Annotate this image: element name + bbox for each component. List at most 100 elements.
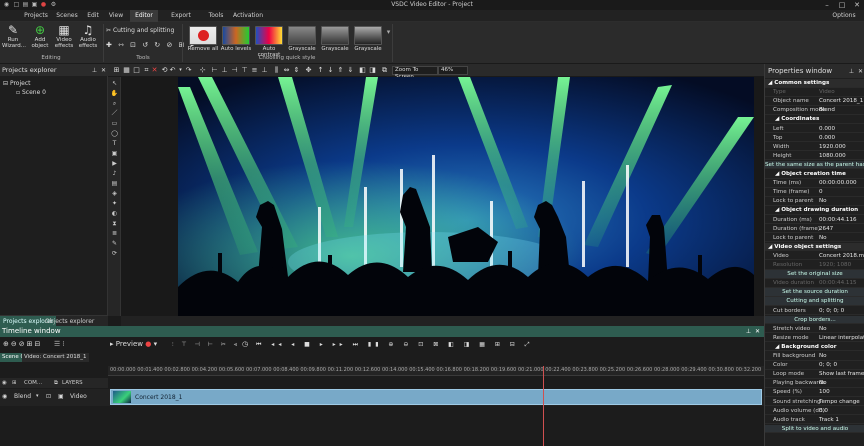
subtitle-icon[interactable]: ≣: [110, 229, 119, 238]
transition-icon[interactable]: ⧗: [110, 219, 119, 228]
blend-dropdown-icon[interactable]: ▾: [36, 393, 39, 399]
property-row[interactable]: Duration (ms) 00:00:44.116: [765, 216, 864, 225]
maximize-button[interactable]: □: [835, 0, 849, 10]
property-row[interactable]: Object name Concert 2018_1: [765, 97, 864, 106]
pin-icon[interactable]: ⊥: [90, 66, 99, 75]
distribute-icon[interactable]: ⫼: [272, 66, 281, 75]
preview-horizontal-scrollbar[interactable]: [121, 316, 764, 326]
video-icon[interactable]: ▶: [110, 159, 119, 168]
hand-icon[interactable]: ✋: [110, 89, 119, 98]
menu-activation[interactable]: Activation: [231, 10, 265, 22]
quickstyle-auto-levels[interactable]: [222, 26, 250, 45]
group-icon[interactable]: ⧉: [380, 66, 389, 75]
property-row[interactable]: Time (ms) 00:00:00.000: [765, 179, 864, 188]
menu-editor[interactable]: Editor: [130, 10, 158, 22]
layers-expand-icon[interactable]: ⊞: [12, 378, 17, 388]
size-icon[interactable]: ⇔: [282, 66, 291, 75]
eye-icon[interactable]: ◉: [2, 378, 7, 388]
ellipse-icon[interactable]: ◯: [110, 129, 119, 138]
property-button[interactable]: Set the source duration: [765, 288, 864, 297]
menu-view[interactable]: View: [106, 10, 126, 22]
arrow-up-icon[interactable]: ↑: [316, 66, 325, 75]
timeline-ruler[interactable]: 00:00.000 00:01.400 00:02.800 00:04.200 00:0…: [108, 366, 764, 376]
properties-pin-icon[interactable]: ⊥: [847, 67, 856, 76]
zoom-percent-select[interactable]: 46%: [438, 66, 468, 75]
quickstyle-grayscale-1[interactable]: [288, 26, 316, 45]
height-icon[interactable]: ⇕: [292, 66, 301, 75]
timeline-edit-tools[interactable]: ⫶ ⊤ ⊣ ⊢ ✂ ⫷: [172, 339, 240, 350]
property-row[interactable]: Height 1080.000: [765, 152, 864, 161]
menu-export-project[interactable]: Export project: [161, 10, 201, 31]
property-row[interactable]: Stretch video No: [765, 325, 864, 334]
property-row[interactable]: Video Concert 2018.mp4: [765, 252, 864, 261]
close-panel-icon[interactable]: ✕: [99, 66, 108, 75]
free-shape-icon[interactable]: ✎: [110, 239, 119, 248]
menu-scenes[interactable]: Scenes: [54, 10, 80, 22]
quickstyle-grayscale-2[interactable]: [321, 26, 349, 45]
arrow-bottom-icon[interactable]: ⇓: [346, 66, 355, 75]
text-icon[interactable]: T: [110, 139, 119, 148]
chart-icon[interactable]: ▤: [110, 179, 119, 188]
tree-item-scene[interactable]: ▫ Scene 0: [16, 89, 46, 96]
property-row[interactable]: Loop mode Show last frame at: [765, 370, 864, 379]
pointer-icon[interactable]: ↖: [110, 79, 119, 88]
preview-button[interactable]: ▸ Preview ● ▾: [110, 339, 157, 350]
rectangle-icon[interactable]: ▭: [110, 119, 119, 128]
align-center-icon[interactable]: ⊥: [220, 66, 229, 75]
align-middle-icon[interactable]: ≡: [250, 66, 259, 75]
property-row[interactable]: Width 1920.000: [765, 143, 864, 152]
property-row[interactable]: Left 0.000: [765, 125, 864, 134]
property-row[interactable]: Duration (frame) 2647: [765, 225, 864, 234]
box-icon[interactable]: □: [132, 66, 141, 75]
property-row[interactable]: Sound stretching Tempo change: [765, 398, 864, 407]
select-tool-icon[interactable]: ⊞: [112, 66, 121, 75]
property-button[interactable]: Crop borders...: [765, 315, 864, 325]
timeline-pin-icon[interactable]: ⊥: [744, 327, 753, 336]
video-clip[interactable]: Concert 2018_1: [110, 389, 762, 405]
menu-tools[interactable]: Tools: [205, 10, 227, 22]
property-button[interactable]: Cutting and splitting: [765, 297, 864, 306]
minimize-button[interactable]: –: [820, 0, 834, 10]
arrow-top-icon[interactable]: ⇑: [336, 66, 345, 75]
menu-edit[interactable]: Edit: [84, 10, 102, 22]
tree-item-project[interactable]: ⊟ Project: [3, 80, 30, 87]
property-button[interactable]: Set the original size: [765, 270, 864, 279]
align-bottom-icon[interactable]: ⊥: [260, 66, 269, 75]
align-left-icon[interactable]: ⊢: [210, 66, 219, 75]
audio-effects-button[interactable]: ♫ Audio effects: [76, 24, 100, 49]
property-row[interactable]: Cut borders 0; 0; 0; 0: [765, 307, 864, 316]
property-row[interactable]: Audio track Track 1: [765, 416, 864, 425]
playhead[interactable]: [543, 366, 544, 446]
property-row[interactable]: Resize mode Linear interpolation: [765, 334, 864, 343]
align-right-icon[interactable]: ⊣: [230, 66, 239, 75]
property-row[interactable]: Composition mode Blend: [765, 106, 864, 115]
add-object-button[interactable]: ⊕ Add object: [28, 24, 52, 49]
arrow-down-icon[interactable]: ↓: [326, 66, 335, 75]
menu-projects[interactable]: Projects: [22, 10, 50, 22]
timeline-zoom-tools[interactable]: ⊕⊖⊘⊞⊟: [3, 339, 42, 350]
video-preview-frame[interactable]: [178, 77, 754, 316]
delete-icon[interactable]: ✕: [150, 66, 159, 75]
timeline-close-icon[interactable]: ✕: [753, 327, 762, 336]
property-row[interactable]: Audio volume (dB) 0.0: [765, 407, 864, 416]
property-row[interactable]: Playing backwards No: [765, 379, 864, 388]
image-icon[interactable]: ▣: [110, 149, 119, 158]
audio-icon[interactable]: ♪: [110, 169, 119, 178]
grid-icon[interactable]: ▦: [122, 66, 131, 75]
property-row[interactable]: Top 0.000: [765, 134, 864, 143]
video-effects-button[interactable]: ▦ Video effects: [52, 24, 76, 49]
redo-icon[interactable]: ↷: [184, 66, 193, 75]
timeline-list-icon[interactable]: ☰ ⁞: [54, 339, 65, 350]
cutting-and-splitting-button[interactable]: ✂ Cutting and splitting: [106, 27, 174, 34]
mask-icon[interactable]: ◐: [110, 209, 119, 218]
options-menu[interactable]: Options: [826, 10, 862, 22]
zoom-tool-icon[interactable]: ⌕: [110, 99, 119, 108]
zoom-mode-select[interactable]: Zoom To Screen: [392, 66, 438, 80]
animation-icon[interactable]: ⟳: [110, 249, 119, 258]
property-row[interactable]: Lock to parent No: [765, 234, 864, 243]
properties-close-icon[interactable]: ✕: [856, 67, 864, 76]
run-wizard-button[interactable]: ✎ Run Wizard...: [2, 24, 26, 49]
layer-back-icon[interactable]: ◨: [368, 66, 377, 75]
quickstyle-auto-contrast[interactable]: [255, 26, 283, 45]
property-button[interactable]: Split to video and audio: [765, 424, 864, 434]
